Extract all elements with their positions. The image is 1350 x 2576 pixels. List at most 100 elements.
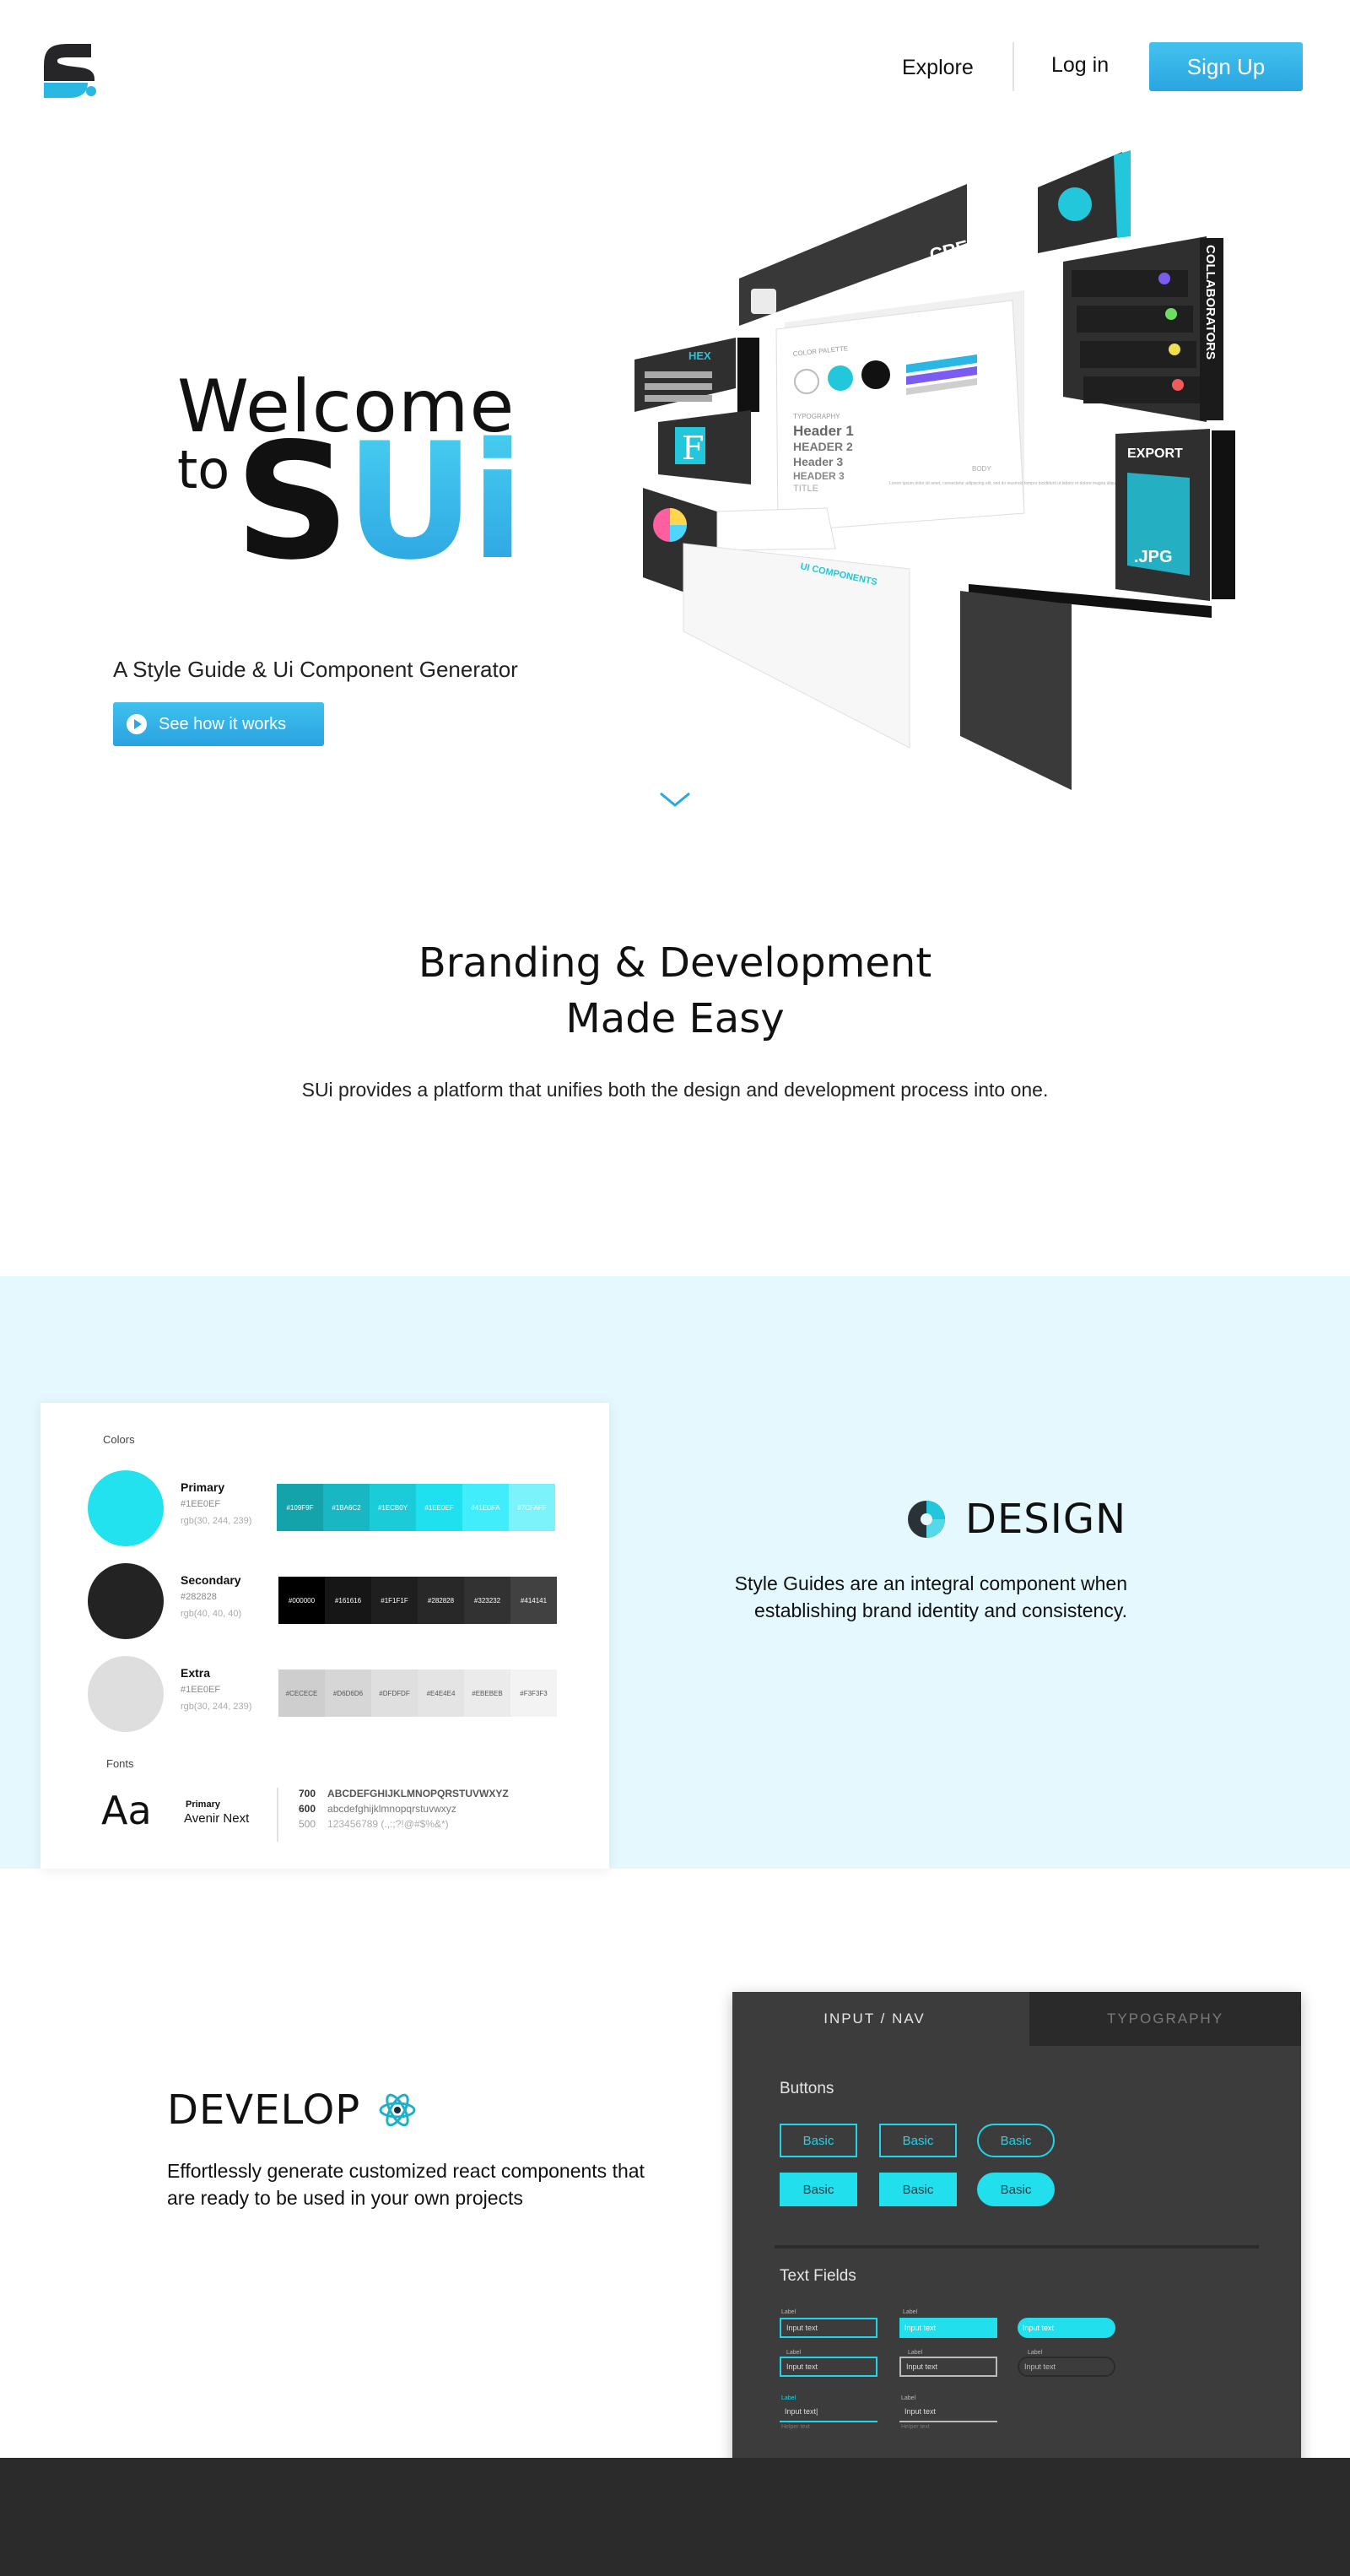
- header-3-sample: Header 3: [793, 455, 843, 468]
- hero-to: to: [177, 439, 230, 501]
- extra-shades: #CECECE #D6D6D6 #DFDFDF #E4E4E4 #EBEBEB #F3F3…: [278, 1670, 557, 1717]
- header-3b-sample: HEADER 3: [793, 470, 845, 482]
- see-how-it-works-button[interactable]: See how it works: [113, 702, 324, 746]
- primary-hex: #1EE0EF: [181, 1499, 221, 1509]
- hero-tagline: A Style Guide & Ui Component Generator: [113, 657, 518, 682]
- font-name: Avenir Next: [184, 1811, 250, 1826]
- secondary-swatch: [88, 1563, 164, 1639]
- field-label: Label: [901, 2395, 916, 2401]
- login-link[interactable]: Log in: [1051, 53, 1109, 78]
- title-sample: TITLE: [793, 484, 818, 494]
- basic-outline-button[interactable]: Basic: [780, 2124, 857, 2157]
- design-text: Style Guides are an integral component w…: [734, 1572, 1127, 1621]
- shade-swatch: #323232: [464, 1577, 510, 1624]
- field-helper: Helper text: [781, 2424, 810, 2430]
- text-field-dark-round[interactable]: Input text: [1018, 2357, 1115, 2377]
- secondary-rgb: rgb(40, 40, 40): [181, 1609, 242, 1619]
- header-2-sample: HEADER 2: [793, 440, 853, 453]
- hero-illustration: CREATE COLLABORATORS HEX F COLOR PALETTE…: [634, 150, 1235, 790]
- style-guide-card: Colors Primary #1EE0EF rgb(30, 244, 239)…: [40, 1403, 609, 1869]
- shade-swatch: #000000: [278, 1577, 325, 1624]
- ui-components-panel: [683, 543, 910, 749]
- font-divider: [277, 1788, 278, 1842]
- hero-brand: SUi: [235, 422, 525, 582]
- develop-heading: DEVELOP: [167, 2086, 416, 2134]
- font-weight-row: 500 123456789 (.,:;?!@#$%&*): [299, 1818, 449, 1830]
- secondary-hex: #282828: [181, 1592, 217, 1602]
- field-helper: Helper text: [901, 2424, 930, 2430]
- shade-swatch: #D6D6D6: [325, 1670, 371, 1717]
- palette-icon: [908, 1501, 945, 1538]
- export-label: EXPORT: [1127, 446, 1183, 461]
- text-field-filled-round[interactable]: Input text: [1018, 2318, 1115, 2338]
- font-weight-row: 600 abcdefghijklmnopqrstuvwxyz: [299, 1803, 456, 1815]
- text-field-outline-2[interactable]: Input text: [780, 2357, 878, 2377]
- text-field-outline[interactable]: Input text: [780, 2318, 878, 2338]
- body-sample: BODY: [972, 465, 991, 473]
- mini-logo: [751, 289, 776, 314]
- sui-logo[interactable]: [39, 41, 100, 101]
- shade-swatch: #1F1F1F: [371, 1577, 418, 1624]
- shade-swatch: #282828: [418, 1577, 464, 1624]
- basic-filled-button[interactable]: Basic: [780, 2173, 857, 2206]
- buttons-label: Buttons: [780, 2080, 834, 2097]
- branding-title-line1: Branding & Development: [418, 939, 932, 987]
- explore-link[interactable]: Explore: [902, 56, 974, 80]
- develop-title: DEVELOP: [167, 2086, 361, 2134]
- nav-divider: [1012, 42, 1014, 91]
- secondary-shades: #000000 #161616 #1F1F1F #282828 #323232 #4141…: [278, 1577, 557, 1624]
- primary-shades: #109F9F #1BA6C2 #1ECB0Y #1EE0EF #41EDFA #7CFA…: [277, 1484, 555, 1531]
- text-field-white-outline[interactable]: Input text: [899, 2357, 997, 2377]
- basic-outline-round-button[interactable]: Basic: [977, 2124, 1055, 2157]
- shade-swatch: #414141: [510, 1577, 557, 1624]
- svg-text:F: F: [682, 430, 704, 467]
- signup-button[interactable]: Sign Up: [1149, 42, 1303, 91]
- shade-swatch: #CECECE: [278, 1670, 325, 1717]
- see-how-it-works-label: See how it works: [159, 714, 287, 733]
- jpg-label: .JPG: [1134, 548, 1173, 566]
- play-icon: [127, 714, 147, 734]
- shade-swatch: #1EE0EF: [416, 1484, 462, 1531]
- shade-swatch: #1ECB0Y: [370, 1484, 416, 1531]
- chevron-down-icon[interactable]: [659, 790, 691, 809]
- tab-input-nav[interactable]: INPUT / NAV: [732, 1992, 1017, 2046]
- shade-swatch: #161616: [325, 1577, 371, 1624]
- extra-swatch: [88, 1656, 164, 1732]
- primary-name: Primary: [181, 1480, 225, 1494]
- text-field-underline[interactable]: Input text|: [780, 2402, 878, 2422]
- basic-outline-square-button[interactable]: Basic: [879, 2124, 957, 2157]
- text-field-underline-white[interactable]: Input text: [899, 2402, 997, 2422]
- typography-label: TYPOGRAPHY: [793, 413, 840, 420]
- font-weight-row: 700 ABCDEFGHIJKLMNOPQRSTUVWXYZ: [299, 1788, 509, 1799]
- field-label: Label: [908, 2350, 923, 2356]
- shade-swatch: #F3F3F3: [510, 1670, 557, 1717]
- font-role: Primary: [186, 1799, 220, 1810]
- shade-swatch: #109F9F: [277, 1484, 323, 1531]
- component-preview-panel: INPUT / NAV TYPOGRAPHY Buttons Basic Bas…: [732, 1992, 1301, 2465]
- field-label: Label: [786, 2350, 802, 2356]
- fonts-label: Fonts: [106, 1757, 134, 1770]
- footer: [0, 2458, 1350, 2576]
- tab-typography[interactable]: TYPOGRAPHY: [1029, 1992, 1301, 2046]
- panel-separator: [775, 2245, 1259, 2249]
- extra-rgb: rgb(30, 244, 239): [181, 1702, 252, 1712]
- lorem-sample: Lorem ipsum dolor sit amet, consectetur …: [889, 481, 1118, 486]
- shade-swatch: #DFDFDF: [371, 1670, 418, 1717]
- field-label: Label: [781, 2395, 796, 2401]
- bottom-slab: [960, 591, 1072, 790]
- text-field-filled[interactable]: Input text: [899, 2318, 997, 2338]
- shade-swatch: #E4E4E4: [418, 1670, 464, 1717]
- field-label: Label: [903, 2309, 918, 2315]
- hex-label: HEX: [688, 349, 711, 362]
- design-heading: DESIGN: [906, 1496, 1126, 1543]
- shade-swatch: #41EDFA: [462, 1484, 509, 1531]
- extra-name: Extra: [181, 1666, 211, 1680]
- branding-title-line2: Made Easy: [565, 995, 785, 1042]
- font-weights: 700 ABCDEFGHIJKLMNOPQRSTUVWXYZ 600 abcdefg…: [299, 1788, 509, 1830]
- secondary-name: Secondary: [181, 1573, 241, 1587]
- design-title: DESIGN: [965, 1496, 1127, 1543]
- basic-filled-round-button[interactable]: Basic: [977, 2173, 1055, 2206]
- basic-filled-square-button[interactable]: Basic: [879, 2173, 957, 2206]
- field-label: Label: [1028, 2350, 1043, 2356]
- shade-swatch: #1BA6C2: [323, 1484, 370, 1531]
